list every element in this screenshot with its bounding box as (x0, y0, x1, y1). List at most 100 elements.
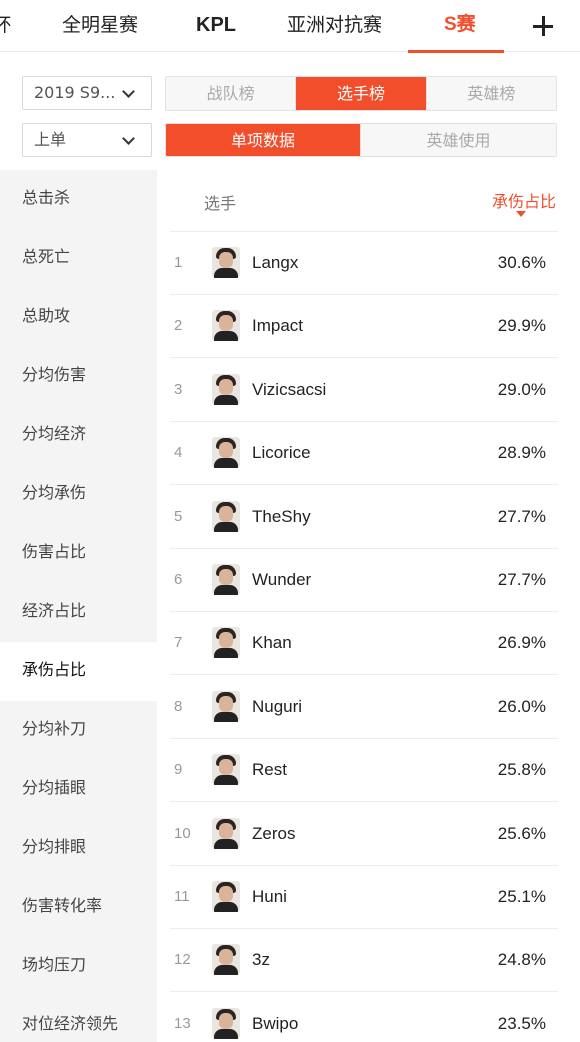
table-row[interactable]: 6 Wunder 27.7% (170, 549, 558, 612)
sidebar-item-active[interactable]: 承伤占比 (0, 642, 157, 701)
table-row[interactable]: 11 Huni 25.1% (170, 866, 558, 929)
tab-hero-ranking[interactable]: 英雄榜 (426, 77, 556, 110)
rank-number: 10 (174, 824, 191, 842)
stat-value: 26.9% (497, 633, 546, 653)
tab-team-ranking[interactable]: 战队榜 (166, 77, 297, 110)
sidebar-item[interactable]: 分均补刀 (0, 701, 157, 760)
player-avatar (212, 500, 240, 532)
player-name: 3z (252, 950, 270, 970)
column-header-player: 选手 (204, 194, 237, 213)
position-select-value: 上单 (34, 130, 67, 149)
stat-value: 29.0% (497, 379, 546, 399)
table-row[interactable]: 12 3z 24.8% (170, 929, 558, 993)
stat-value: 25.1% (497, 887, 546, 906)
stat-value: 25.8% (497, 760, 546, 780)
tab-worlds[interactable]: S赛 (444, 0, 476, 52)
sidebar-item[interactable]: 经济占比 (0, 583, 157, 642)
tab-asia-showdown[interactable]: 亚洲对抗赛 (287, 0, 382, 52)
sidebar-item[interactable]: 伤害占比 (0, 524, 157, 583)
table-row[interactable]: 3 Vizicsacsi 29.0% (170, 359, 558, 422)
stat-value: 28.9% (497, 443, 546, 463)
rank-number: 9 (174, 761, 183, 779)
stat-value: 26.0% (497, 696, 546, 716)
sidebar-item[interactable]: 分均插眼 (0, 760, 157, 819)
rank-number: 7 (174, 634, 183, 652)
stat-value: 23.5% (497, 1013, 546, 1033)
player-name: Wunder (252, 570, 312, 589)
sidebar-item[interactable]: 分均伤害 (0, 347, 157, 406)
tab-kpl[interactable]: KPL (196, 0, 236, 52)
stat-value: 29.9% (497, 316, 546, 336)
season-select[interactable]: 2019 S9... (22, 76, 152, 110)
player-name: Bwipo (252, 1013, 299, 1033)
tab-all-star[interactable]: 全明星赛 (62, 0, 138, 52)
rank-number: 5 (174, 507, 183, 525)
tab-single-stats[interactable]: 单项数据 (166, 124, 361, 156)
player-name: Khan (252, 633, 292, 653)
table-row[interactable]: 4 Licorice 28.9% (170, 422, 558, 486)
player-avatar (212, 1007, 240, 1039)
stat-value: 25.6% (497, 823, 546, 843)
tab-hero-usage[interactable]: 英雄使用 (361, 124, 556, 156)
player-name: Vizicsacsi (252, 379, 327, 399)
tab-player-ranking[interactable]: 选手榜 (296, 77, 427, 110)
player-name: Rest (252, 760, 287, 780)
table-row[interactable]: 7 Khan 26.9% (170, 612, 558, 676)
position-select[interactable]: 上单 (22, 123, 152, 157)
column-header-stat[interactable]: 承伤占比 (492, 188, 556, 212)
player-avatar (212, 817, 240, 849)
sidebar-item[interactable]: 总死亡 (0, 229, 157, 288)
stat-value: 27.7% (497, 506, 546, 526)
table-row[interactable]: 1 Langx 30.6% (170, 232, 558, 295)
sidebar-item[interactable]: 分均排眼 (0, 819, 157, 878)
player-name: Impact (252, 316, 304, 336)
rank-number: 11 (174, 888, 190, 905)
player-avatar (212, 627, 240, 659)
stat-value: 27.7% (497, 570, 546, 589)
player-avatar (212, 437, 240, 469)
player-name: Nuguri (252, 696, 303, 716)
sidebar-item[interactable]: 伤害转化率 (0, 878, 157, 937)
active-tab-indicator (408, 50, 504, 53)
table-row[interactable]: 9 Rest 25.8% (170, 739, 558, 803)
sidebar-item[interactable]: 总击杀 (0, 170, 157, 229)
rank-number: 2 (174, 317, 183, 335)
table-row[interactable]: 10 Zeros 25.6% (170, 803, 558, 866)
table-row[interactable]: 13 Bwipo 23.5% (170, 993, 558, 1042)
rank-number: 6 (174, 571, 183, 588)
stat-value: 30.6% (497, 253, 546, 272)
sidebar-item[interactable]: 场均压刀 (0, 937, 157, 996)
player-avatar (212, 881, 240, 912)
player-name: Huni (252, 887, 287, 906)
player-name: TheShy (252, 506, 311, 526)
player-avatar (212, 247, 240, 278)
rank-number: 13 (174, 1014, 191, 1032)
player-avatar (212, 310, 240, 342)
player-name: Licorice (252, 443, 311, 463)
player-avatar (212, 754, 240, 786)
table-row[interactable]: 2 Impact 29.9% (170, 295, 558, 359)
season-select-value: 2019 S9... (34, 83, 116, 102)
rank-number: 8 (174, 697, 183, 715)
sidebar-item[interactable]: 分均承伤 (0, 465, 157, 524)
sidebar-item[interactable]: 分均经济 (0, 406, 157, 465)
stat-value: 24.8% (497, 950, 546, 970)
stat-category-sidebar: 总击杀 总死亡 总助攻 分均伤害 分均经济 分均承伤 伤害占比 经济占比 承伤占… (0, 170, 157, 1042)
chevron-down-icon (122, 85, 135, 98)
sidebar-item[interactable]: 总助攻 (0, 288, 157, 347)
ranking-type-switch: 战队榜 选手榜 英雄榜 (165, 76, 557, 111)
rank-number: 1 (174, 254, 183, 271)
player-avatar (212, 944, 240, 976)
sort-desc-icon[interactable] (516, 211, 526, 217)
rank-number: 12 (174, 951, 191, 969)
plus-icon[interactable] (531, 14, 555, 38)
tab-cup[interactable]: 杯 (0, 0, 11, 52)
player-name: Zeros (252, 823, 296, 843)
player-avatar (212, 373, 240, 405)
table-row[interactable]: 5 TheShy 27.7% (170, 486, 558, 549)
table-row[interactable]: 8 Nuguri 26.0% (170, 676, 558, 739)
sidebar-item[interactable]: 对位经济领先 (0, 996, 157, 1042)
data-type-switch: 单项数据 英雄使用 (165, 123, 557, 157)
player-avatar (212, 690, 240, 722)
player-name: Langx (252, 253, 299, 272)
